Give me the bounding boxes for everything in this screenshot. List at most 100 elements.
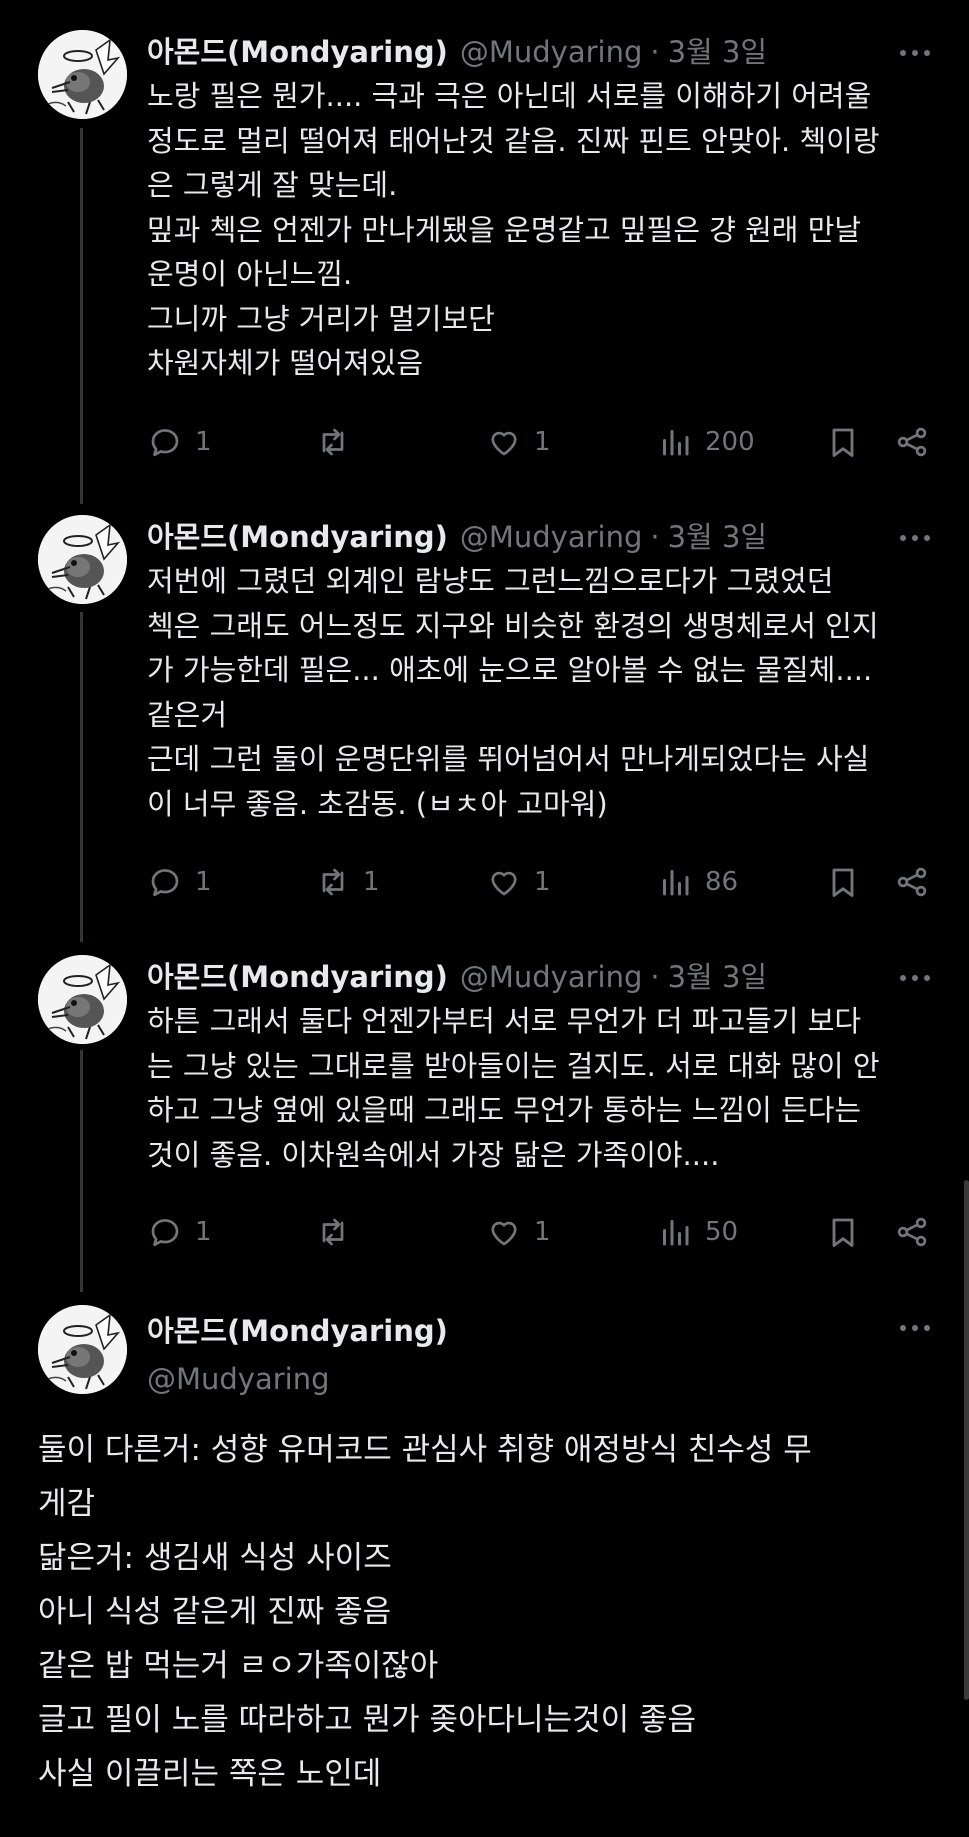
avatar[interactable] [38, 955, 127, 1044]
like-button[interactable]: 1 [486, 862, 551, 902]
thread-line [80, 612, 83, 942]
reply-count: 1 [195, 427, 212, 457]
tweet-text-line: 정도로 멀리 떨어져 태어난것 같음. 진짜 핀트 안맞아. 첵이랑 [147, 123, 880, 158]
heart-icon [486, 1214, 522, 1250]
reply-count: 1 [195, 867, 212, 897]
views-count: 86 [705, 867, 739, 897]
reply-icon [147, 864, 183, 900]
scrollbar[interactable] [964, 1180, 969, 1700]
tweet-text-line: 차원자체가 떨어져있음 [147, 346, 424, 380]
reply-count: 1 [195, 1217, 212, 1247]
bookmark-icon [825, 424, 861, 460]
like-button[interactable]: 1 [486, 422, 551, 462]
repost-button[interactable]: 1 [315, 862, 380, 902]
tweet-text-line: 닮은거: 생김새 식성 사이즈 [38, 1540, 392, 1576]
share-icon [894, 1214, 930, 1250]
avatar[interactable] [38, 30, 127, 119]
tweet-text-line: 것이 좋음. 이차원속에서 가장 닮은 가족이야.... [147, 1137, 720, 1172]
tweet-text-line: 글고 필이 노를 따라하고 뭔가 좆아다니는것이 좋음 [38, 1702, 697, 1738]
author-name[interactable]: 아몬드(Mondyaring) [147, 32, 448, 72]
tweet-text: 노랑 필은 뭔가.... 극과 극은 아닌데 서로를 이해하기 어려울 정도로 … [147, 74, 937, 386]
tweet-actions: 1 1 200 [147, 422, 969, 462]
tweet-text-line: 둘이 다른거: 성향 유머코드 관심사 취향 애정방식 친수성 무 [38, 1432, 812, 1468]
views-button[interactable]: 200 [657, 422, 755, 462]
tweet-actions: 1 1 1 86 [147, 862, 969, 902]
share-button[interactable] [894, 422, 930, 462]
avatar[interactable] [38, 1305, 127, 1394]
tweet-text: 하튼 그래서 둘다 언젠가부터 서로 무언가 더 파고들기 보다 는 그냥 있는… [147, 999, 937, 1177]
share-button[interactable] [894, 1212, 930, 1252]
share-button[interactable] [894, 862, 930, 902]
tweet-text-line: 노랑 필은 뭔가.... 극과 극은 아닌데 서로를 이해하기 어려울 [147, 79, 872, 113]
tweet-text-line: 이 너무 좋음. 초감동. (ㅂㅊ아 고마워) [147, 786, 608, 821]
repost-button[interactable] [315, 422, 363, 462]
author-handle[interactable]: @Mudyaring [460, 957, 643, 997]
reply-button[interactable]: 1 [147, 1212, 212, 1252]
tweet-text: 둘이 다른거: 성향 유머코드 관심사 취향 애정방식 친수성 무 게감 닮은거… [38, 1423, 938, 1801]
more-icon[interactable] [895, 1313, 935, 1343]
tweet-text-line: 게감 [38, 1486, 96, 1522]
repost-count: 1 [363, 867, 380, 897]
separator-dot: · [650, 520, 660, 554]
views-icon [657, 864, 693, 900]
tweet-text-line: 아니 식성 같은게 진짜 좋음 [38, 1594, 392, 1630]
tweet-header: 아몬드(Mondyaring) @Mudyaring [147, 1311, 448, 1399]
repost-icon [315, 864, 351, 900]
tweet-text-line: 하고 그냥 옆에 있을때 그래도 무언가 통하는 느낌이 든다는 [147, 1093, 862, 1127]
tweet-text-line: 운명이 아닌느낌. [147, 257, 353, 291]
views-count: 200 [705, 427, 755, 457]
reply-button[interactable]: 1 [147, 422, 212, 462]
tweet-text-line: 근데 그런 둘이 운명단위를 뛰어넘어서 만나게되었다는 사실 [147, 742, 870, 776]
repost-button[interactable] [315, 1212, 363, 1252]
like-button[interactable]: 1 [486, 1212, 551, 1252]
tweet-text-line: 하튼 그래서 둘다 언젠가부터 서로 무언가 더 파고들기 보다 [147, 1004, 862, 1038]
tweet-date[interactable]: 3월 3일 [668, 517, 767, 557]
tweet-text-line: 첵은 그래도 어느정도 지구와 비슷한 환경의 생명체로서 인지 [147, 608, 879, 643]
tweet-text-line: 가 가능한데 필은... 애초에 눈으로 알아볼 수 없는 물질체.... [147, 653, 873, 687]
repost-icon [315, 424, 351, 460]
tweet-actions: 1 1 50 [147, 1212, 969, 1252]
author-handle[interactable]: @Mudyaring [460, 32, 643, 72]
views-button[interactable]: 86 [657, 862, 738, 902]
views-icon [657, 1214, 693, 1250]
tweet-text-line: 밒과 첵은 언젠가 만나게됐을 운명같고 밒필은 걍 원래 만날 [147, 212, 862, 247]
tweet-header: 아몬드(Mondyaring) @Mudyaring · 3월 3일 [147, 957, 929, 997]
separator-dot: · [650, 960, 660, 994]
views-button[interactable]: 50 [657, 1212, 738, 1252]
views-count: 50 [705, 1217, 739, 1247]
bookmark-icon [825, 864, 861, 900]
main-tweet: 아몬드(Mondyaring) @Mudyaring 둘이 다른거: 성향 유머… [0, 1305, 969, 1825]
repost-icon [315, 1214, 351, 1250]
tweet-text-line: 그니까 그냥 거리가 멀기보단 [147, 301, 495, 336]
reply-icon [147, 1214, 183, 1250]
author-name[interactable]: 아몬드(Mondyaring) [147, 1311, 448, 1351]
heart-icon [486, 424, 522, 460]
tweet-header: 아몬드(Mondyaring) @Mudyaring · 3월 3일 [147, 517, 929, 557]
tweet-header: 아몬드(Mondyaring) @Mudyaring · 3월 3일 [147, 32, 929, 72]
tweet-text-line: 저번에 그렸던 외계인 람냥도 그런느낌으로다가 그렸었던 [147, 564, 834, 598]
tweet-text-line: 같은 밥 먹는거 ㄹㅇ가족이잖아 [38, 1648, 439, 1684]
separator-dot: · [650, 35, 660, 69]
tweet-date[interactable]: 3월 3일 [668, 32, 767, 72]
bookmark-button[interactable] [825, 862, 861, 902]
author-handle[interactable]: @Mudyaring [460, 517, 643, 557]
more-icon[interactable] [895, 38, 935, 68]
like-count: 1 [534, 427, 551, 457]
tweet-text-line: 는 그냥 있는 그대로를 받아들이는 걸지도. 서로 대화 많이 안 [147, 1048, 880, 1083]
author-handle[interactable]: @Mudyaring [147, 1359, 448, 1399]
author-name[interactable]: 아몬드(Mondyaring) [147, 957, 448, 997]
bookmark-button[interactable] [825, 422, 861, 462]
reply-button[interactable]: 1 [147, 862, 212, 902]
like-count: 1 [534, 1217, 551, 1247]
tweet-text: 저번에 그렸던 외계인 람냥도 그런느낌으로다가 그렸었던 첵은 그래도 어느정… [147, 559, 937, 826]
reply-icon [147, 424, 183, 460]
tweet-date[interactable]: 3월 3일 [668, 957, 767, 997]
thread-line [80, 1050, 83, 1292]
avatar[interactable] [38, 515, 127, 604]
author-name[interactable]: 아몬드(Mondyaring) [147, 517, 448, 557]
thread-line [80, 128, 83, 504]
bookmark-button[interactable] [825, 1212, 861, 1252]
more-icon[interactable] [895, 963, 935, 993]
like-count: 1 [534, 867, 551, 897]
more-icon[interactable] [895, 523, 935, 553]
